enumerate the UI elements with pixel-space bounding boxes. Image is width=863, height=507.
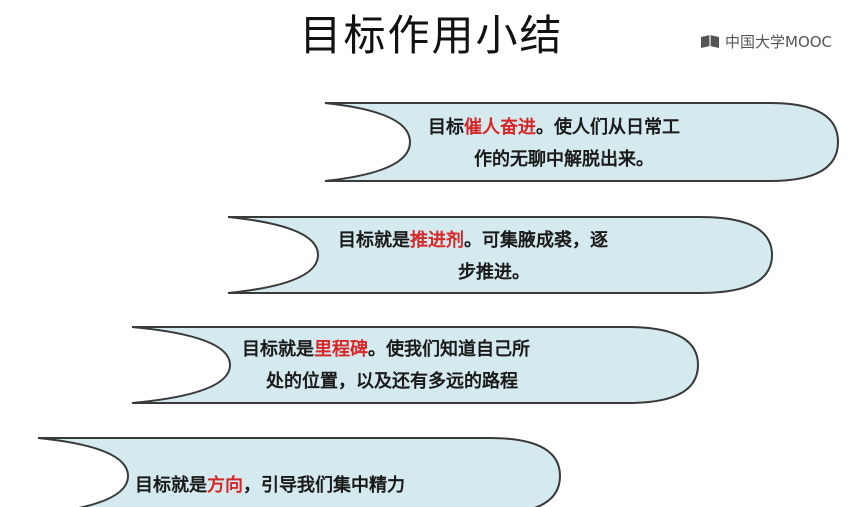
card-text-3: 目标就是里程碑。使我们知道自己所 处的位置，以及还有多远的路程 <box>242 339 530 392</box>
highlight-term: 里程碑 <box>314 339 368 360</box>
card-text-2: 目标就是推进剂。可集腋成裘，逐 步推进。 <box>338 230 608 283</box>
highlight-term: 推进剂 <box>410 230 464 251</box>
highlight-term: 方向 <box>207 475 243 496</box>
highlight-term: 催人奋进 <box>464 117 536 138</box>
card-text-4: 目标就是方向，引导我们集中精力 <box>135 475 405 496</box>
card-text-1: 目标催人奋进。使人们从日常工 作的无聊中解脱出来。 <box>428 117 680 170</box>
